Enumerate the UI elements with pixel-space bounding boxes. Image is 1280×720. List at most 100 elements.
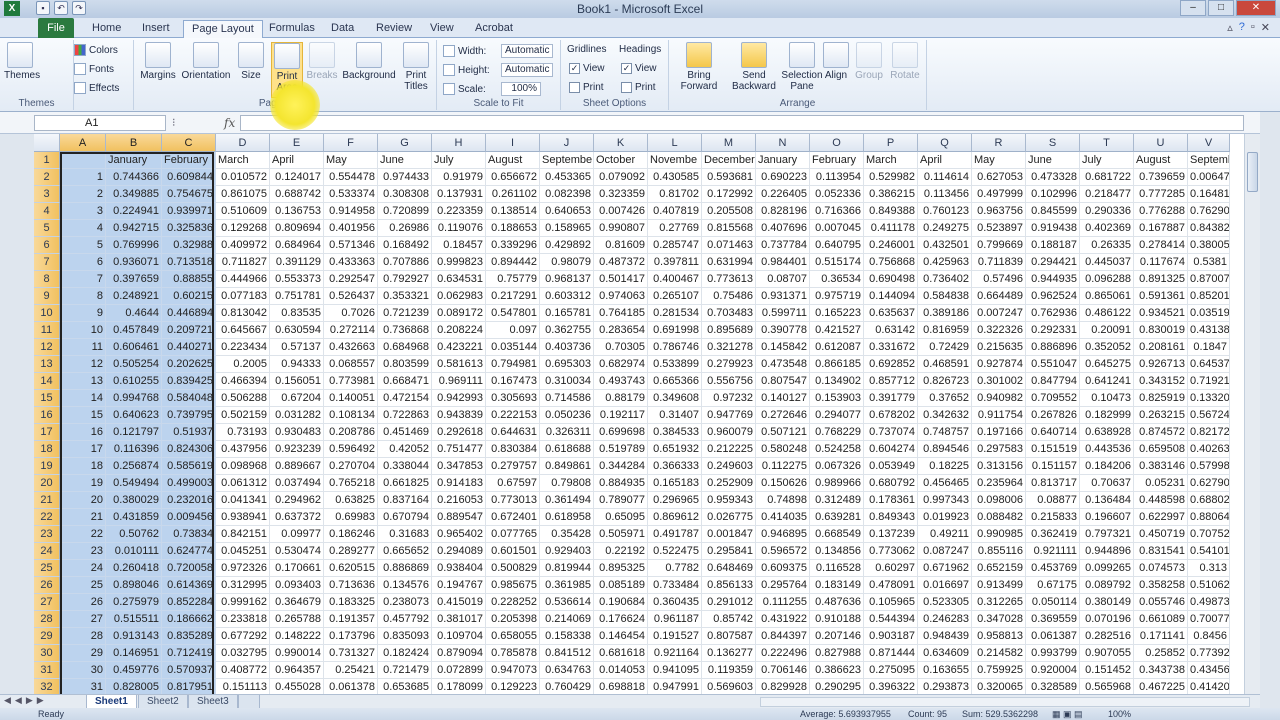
insert-function-icon[interactable]: fx (224, 116, 235, 130)
cell[interactable]: 0.50762 (106, 526, 162, 543)
cell[interactable]: 0.045251 (216, 543, 270, 560)
cell[interactable]: 0.764185 (594, 305, 648, 322)
cell[interactable]: 0.331672 (864, 339, 918, 356)
cell[interactable]: Septemb (1188, 152, 1230, 169)
cell[interactable]: 0.658055 (486, 628, 540, 645)
cell[interactable]: 0.183325 (324, 594, 378, 611)
cell[interactable]: 0.879094 (432, 645, 486, 662)
cell[interactable]: April (918, 152, 972, 169)
cell[interactable]: 0.190684 (594, 594, 648, 611)
cell[interactable]: 21 (60, 509, 106, 526)
cell[interactable]: 0.282516 (1080, 628, 1134, 645)
cell[interactable]: 0.847794 (1026, 373, 1080, 390)
cell[interactable]: 0.606461 (106, 339, 162, 356)
cell[interactable]: 0.938404 (432, 560, 486, 577)
cell[interactable]: 0.397659 (106, 271, 162, 288)
cell[interactable]: 4 (60, 220, 106, 237)
cell[interactable]: 0.984401 (756, 254, 810, 271)
cell[interactable]: 0.759925 (972, 662, 1026, 679)
cell[interactable]: 0.634763 (540, 662, 594, 679)
cell[interactable]: 0.448598 (1134, 492, 1188, 509)
cell[interactable]: 0.068557 (324, 356, 378, 373)
row-header[interactable]: 31 (34, 662, 60, 679)
cell[interactable]: 0.016697 (918, 577, 972, 594)
cell[interactable]: 28 (60, 628, 106, 645)
cell[interactable]: 0.140127 (756, 390, 810, 407)
cell[interactable]: 0.192117 (594, 407, 648, 424)
cell[interactable]: 0.129223 (486, 679, 540, 694)
cell[interactable]: 0.777285 (1134, 186, 1188, 203)
cell[interactable]: 0.524258 (810, 441, 864, 458)
cell[interactable]: 0.891325 (1134, 271, 1188, 288)
cell[interactable]: 0.408772 (216, 662, 270, 679)
cell[interactable]: 0.829928 (756, 679, 810, 694)
cell[interactable]: July (432, 152, 486, 169)
cell[interactable]: 0.349885 (106, 186, 162, 203)
cell[interactable]: 0.36534 (810, 271, 864, 288)
cell[interactable]: 0.79808 (540, 475, 594, 492)
cell[interactable]: Septembe (540, 152, 594, 169)
cell[interactable]: 0.026775 (702, 509, 756, 526)
cell[interactable]: 0.267826 (1026, 407, 1080, 424)
column-header-r[interactable]: R (972, 134, 1026, 152)
cell[interactable]: 0.296965 (648, 492, 702, 509)
cell[interactable]: 0.830019 (1134, 322, 1188, 339)
cell[interactable]: 0.677292 (216, 628, 270, 645)
cell[interactable]: 0.411178 (864, 220, 918, 237)
column-header-i[interactable]: I (486, 134, 540, 152)
cell[interactable]: 0.690223 (756, 169, 810, 186)
row-header[interactable]: 6 (34, 237, 60, 254)
cell[interactable]: 17 (60, 441, 106, 458)
cell[interactable]: 0.944896 (1080, 543, 1134, 560)
cell[interactable]: 0.450719 (1134, 526, 1188, 543)
cell[interactable]: 0.789077 (594, 492, 648, 509)
cell[interactable]: 0.263215 (1134, 407, 1188, 424)
cell[interactable]: 0.320065 (972, 679, 1026, 694)
formula-input[interactable] (240, 115, 1244, 131)
colors-button[interactable]: Colors (74, 44, 118, 56)
print-area-button[interactable]: Print Area (271, 42, 303, 98)
cell[interactable]: 0.238073 (378, 594, 432, 611)
cell[interactable]: 24 (60, 560, 106, 577)
cell[interactable]: 0.390778 (756, 322, 810, 339)
tab-insert[interactable]: Insert (134, 20, 178, 38)
cell[interactable]: 0.342632 (918, 407, 972, 424)
cell[interactable]: 0.301002 (972, 373, 1026, 390)
zoom-level[interactable]: 100% (1108, 708, 1131, 720)
cell[interactable]: 0.640653 (540, 203, 594, 220)
cell[interactable]: 0.121797 (106, 424, 162, 441)
cell[interactable]: 0.338044 (378, 458, 432, 475)
cell[interactable]: 0.294077 (810, 407, 864, 424)
cell[interactable]: 0.062983 (432, 288, 486, 305)
cell[interactable]: 0.634609 (918, 645, 972, 662)
cell[interactable]: 0.446894 (162, 305, 216, 322)
cell[interactable]: 0.754675 (162, 186, 216, 203)
cell[interactable]: 0.959343 (702, 492, 756, 509)
cell[interactable]: 0.964357 (270, 662, 324, 679)
cell[interactable]: 0.670794 (378, 509, 432, 526)
cell[interactable]: 0.756868 (864, 254, 918, 271)
cell[interactable]: 0.050236 (540, 407, 594, 424)
cell[interactable]: 0.163655 (918, 662, 972, 679)
cell[interactable]: 0.510609 (216, 203, 270, 220)
sheet-tab-1[interactable]: Sheet1 (86, 695, 137, 709)
cell[interactable]: 0.668471 (378, 373, 432, 390)
cell[interactable]: 0.019923 (918, 509, 972, 526)
cell[interactable]: 0.63825 (324, 492, 378, 509)
cell[interactable]: 0.584048 (162, 390, 216, 407)
cell[interactable]: 0.246283 (918, 611, 972, 628)
cell[interactable]: 0.827988 (810, 645, 864, 662)
cell[interactable]: 0.618688 (540, 441, 594, 458)
cell[interactable]: 0.246001 (864, 237, 918, 254)
cell[interactable]: 0.681618 (594, 645, 648, 662)
cell[interactable]: 0.515174 (810, 254, 864, 271)
cell[interactable]: 0.698818 (594, 679, 648, 694)
cell[interactable]: 0.151519 (1026, 441, 1080, 458)
row-header[interactable]: 30 (34, 645, 60, 662)
cell[interactable]: 0.270704 (324, 458, 378, 475)
cell[interactable]: 0.721239 (378, 305, 432, 322)
cell[interactable]: 0.088482 (972, 509, 1026, 526)
cell[interactable]: 0.493743 (594, 373, 648, 390)
tab-data[interactable]: Data (323, 20, 362, 38)
cell[interactable]: 0.360435 (648, 594, 702, 611)
